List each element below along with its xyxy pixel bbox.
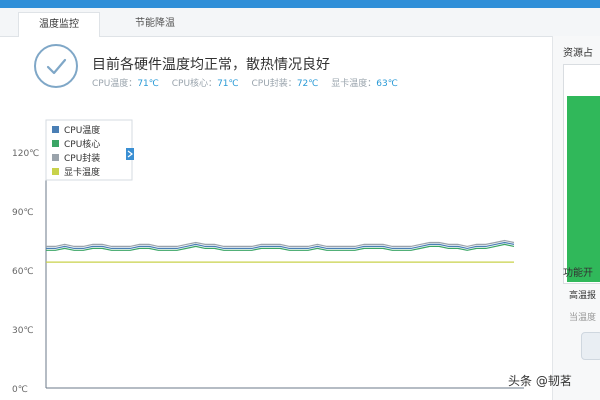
legend-swatch (52, 140, 59, 147)
y-tick-label: 0℃ (12, 385, 28, 395)
alert-description: 当温度 (569, 313, 597, 323)
check-circle-icon (34, 44, 78, 88)
legend-label: CPU温度 (64, 124, 100, 136)
reading-gpu-temp: 显卡温度：63℃ (331, 79, 398, 89)
temperature-line-chart: 120℃ 90℃ 60℃ 30℃ 0℃ CPU温度 CPU核心 CPU封装显卡温度 (12, 119, 524, 395)
resource-usage-bar (567, 96, 600, 282)
toggle-button[interactable] (581, 332, 600, 360)
high-temp-alert-item[interactable]: 高温报 (569, 288, 596, 301)
watermark: 头条 @韧茗 (508, 374, 572, 388)
y-tick-label: 90℃ (12, 208, 34, 218)
resource-usage-title: 资源占 (563, 48, 593, 59)
temperature-readings: CPU温度：71℃ CPU核心：71℃ CPU封装：72℃ 显卡温度：63℃ (92, 76, 408, 89)
features-title: 功能开 (563, 268, 593, 279)
y-tick-label: 30℃ (12, 326, 34, 336)
legend-label: CPU核心 (64, 138, 100, 150)
right-panel: 资源占 功能开 高温报 当温度 (552, 36, 600, 400)
tab-energy-cooling[interactable]: 节能降温 (110, 12, 200, 36)
legend-swatch (52, 126, 59, 133)
reading-cpu-temp: CPU温度：71℃ (92, 79, 159, 89)
legend-label: 显卡温度 (64, 166, 100, 178)
reading-cpu-package: CPU封装：72℃ (251, 79, 319, 89)
tab-temperature-monitor[interactable]: 温度监控 (18, 12, 100, 37)
reading-cpu-core: CPU核心：71℃ (171, 79, 239, 89)
y-tick-label: 120℃ (12, 149, 39, 159)
sub-tab-bar: 温度监控 节能降温 (0, 8, 600, 37)
legend-swatch (52, 154, 59, 161)
legend-label: CPU封装 (64, 152, 100, 164)
top-nav-bar (0, 0, 600, 15)
status-message: 目前各硬件温度均正常，散热情况良好 (92, 57, 330, 73)
y-tick-label: 60℃ (12, 267, 34, 277)
legend-swatch (52, 168, 59, 175)
